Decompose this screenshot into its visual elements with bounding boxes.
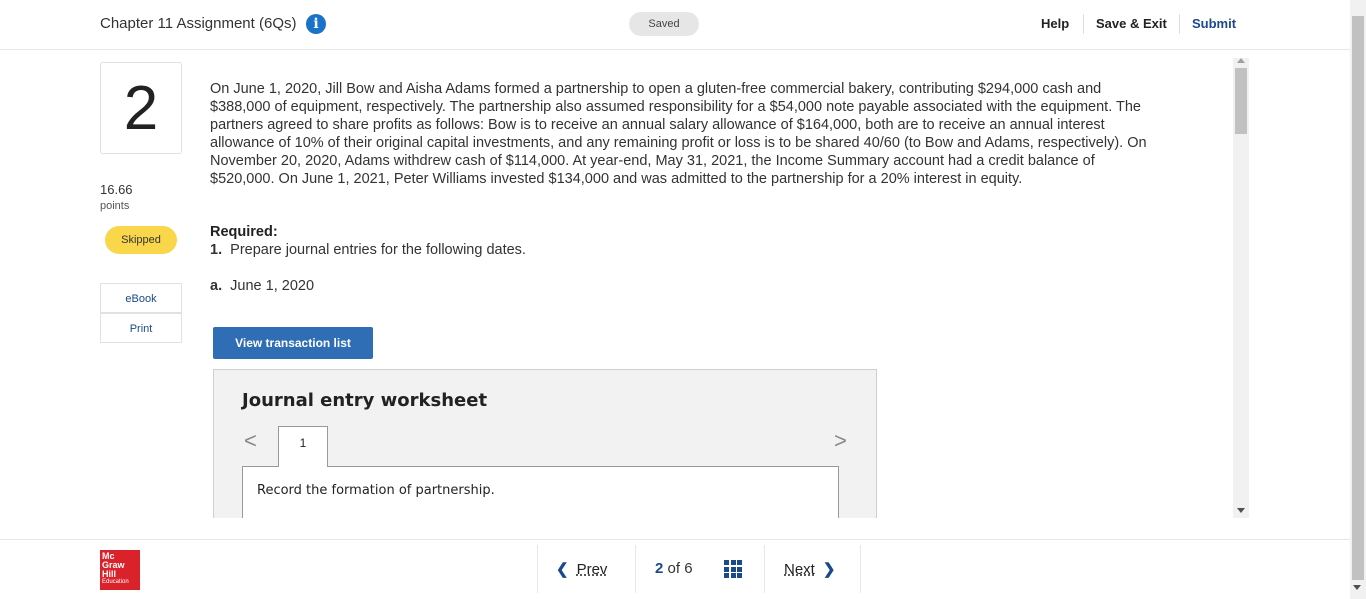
ebook-button[interactable]: eBook <box>100 283 182 313</box>
content-scroll-up-icon[interactable] <box>1237 58 1245 63</box>
prev-label: Prev <box>576 561 608 578</box>
window-scroll-down-icon[interactable] <box>1353 585 1361 590</box>
chevron-left-icon[interactable]: < <box>244 428 257 454</box>
saved-status-badge: Saved <box>629 12 699 36</box>
mcgraw-hill-logo: Mc Graw Hill Education <box>100 550 140 590</box>
prev-button[interactable]: ❮ Prev <box>556 560 607 578</box>
footer-divider <box>764 545 765 593</box>
required-item-text: Prepare journal entries for the followin… <box>230 242 526 258</box>
logo-line: Hill <box>102 569 117 579</box>
chevron-left-icon: ❮ <box>556 561 569 578</box>
required-item: 1. Prepare journal entries for the follo… <box>210 242 526 258</box>
window-scrollbar-thumb[interactable] <box>1352 16 1364 580</box>
content-scroll-down-icon[interactable] <box>1237 508 1245 513</box>
footer-divider <box>635 545 636 593</box>
print-button[interactable]: Print <box>100 313 182 343</box>
question-content: On June 1, 2020, Jill Bow and Aisha Adam… <box>200 58 1250 518</box>
logo-subtext: Education <box>102 579 129 585</box>
next-button[interactable]: Next ❯ <box>784 560 835 578</box>
worksheet-instruction: Record the formation of partnership. <box>257 483 495 498</box>
part-a-label: a. June 1, 2020 <box>210 278 314 294</box>
page-indicator: 2 of 6 <box>655 560 693 577</box>
points-value: 16.66 <box>100 182 133 197</box>
submit-link[interactable]: Submit <box>1192 16 1236 31</box>
header-divider <box>1083 14 1084 34</box>
content-scrollbar-thumb[interactable] <box>1235 68 1247 134</box>
worksheet-tab-1[interactable]: 1 <box>278 426 328 467</box>
journal-entry-worksheet: Journal entry worksheet < 1 > Record the… <box>213 369 877 518</box>
next-label: Next <box>784 561 815 578</box>
question-grid-icon[interactable] <box>724 560 742 578</box>
question-text: On June 1, 2020, Jill Bow and Aisha Adam… <box>210 81 1147 187</box>
help-link[interactable]: Help <box>1041 16 1069 31</box>
view-transaction-list-button[interactable]: View transaction list <box>213 327 373 359</box>
footer-divider <box>537 545 538 593</box>
worksheet-panel: Record the formation of partnership. <box>242 466 839 518</box>
footer-divider <box>860 545 861 593</box>
chevron-right-icon[interactable]: > <box>834 428 847 454</box>
save-exit-link[interactable]: Save & Exit <box>1096 16 1167 31</box>
worksheet-title: Journal entry worksheet <box>242 390 488 411</box>
page-of-label: of <box>667 560 681 577</box>
question-number: 2 <box>100 62 182 154</box>
required-item-number: 1. <box>210 242 223 258</box>
top-header: Chapter 11 Assignment (6Qs) i Saved Help… <box>0 0 1350 50</box>
skipped-status-badge: Skipped <box>105 226 177 254</box>
required-heading: Required: <box>210 224 278 240</box>
info-icon[interactable]: i <box>306 14 326 34</box>
points-label: points <box>100 200 130 212</box>
part-letter: a. <box>210 278 223 294</box>
total-pages: 6 <box>684 560 693 577</box>
assignment-title: Chapter 11 Assignment (6Qs) <box>100 15 297 32</box>
header-divider <box>1179 14 1180 34</box>
chevron-right-icon: ❯ <box>822 561 836 578</box>
part-date: June 1, 2020 <box>230 278 315 294</box>
current-page: 2 <box>655 560 664 577</box>
